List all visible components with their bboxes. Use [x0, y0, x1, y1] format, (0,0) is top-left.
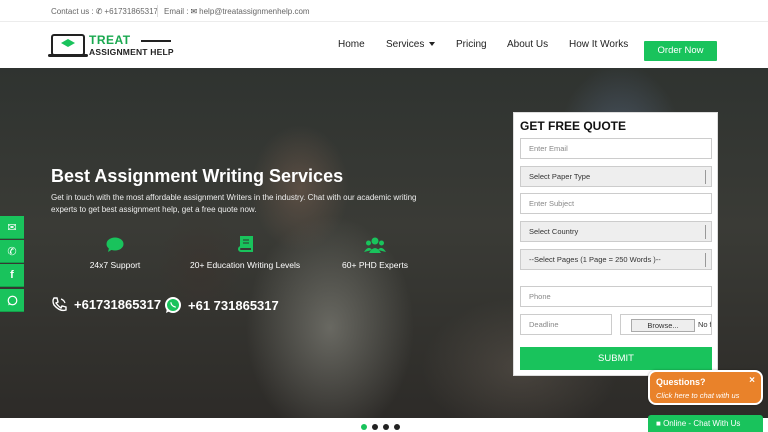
contact-info: Contact us : ✆ +61731865317	[51, 7, 158, 16]
no-file-text: No file selected.	[698, 320, 712, 329]
contact-phone[interactable]: +61731865317	[104, 7, 158, 16]
feature-label: 24x7 Support	[89, 260, 141, 270]
chat-bubble-icon	[60, 236, 170, 254]
users-icon	[320, 236, 430, 254]
submit-button[interactable]: SUBMIT	[520, 347, 712, 370]
whatsapp-icon	[7, 295, 17, 305]
feature-label: 20+ Education Writing Levels	[190, 260, 301, 270]
nav-how-it-works[interactable]: How It Works	[569, 39, 628, 50]
quote-title: GET FREE QUOTE	[520, 119, 627, 133]
file-upload[interactable]: Browse... No file selected.	[620, 314, 712, 335]
pages-select[interactable]: --Select Pages (1 Page = 250 Words )--	[520, 249, 712, 270]
hero-whatsapp[interactable]: +61 731865317	[164, 296, 279, 314]
slider-dots	[361, 424, 400, 430]
email-label: Email :	[164, 7, 189, 16]
envelope-icon: ✉	[190, 7, 198, 16]
order-now-button[interactable]: Order Now	[644, 41, 717, 61]
chat-subtitle: Click here to chat with us	[656, 391, 740, 400]
caret-down-icon	[429, 42, 436, 47]
divider	[157, 5, 158, 17]
close-icon[interactable]: ×	[749, 375, 755, 386]
logo-line2: ASSIGNMENT HELP	[89, 47, 174, 57]
slider-dot[interactable]	[394, 424, 400, 430]
nav-services[interactable]: Services	[386, 39, 436, 50]
graduation-cap-icon	[51, 34, 85, 56]
whatsapp-icon	[165, 297, 181, 313]
contact-label: Contact us :	[51, 7, 94, 16]
nav-home[interactable]: Home	[338, 39, 365, 50]
slider-dot[interactable]	[372, 424, 378, 430]
chat-bar-label: Online - Chat With Us	[663, 419, 741, 428]
nav-services-label: Services	[386, 39, 425, 50]
email-info: Email : ✉ help@treatassignmenhelp.com	[164, 7, 310, 16]
nav-about[interactable]: About Us	[507, 39, 548, 50]
feature-label: 60+ PHD Experts	[342, 260, 408, 270]
hero-subtitle: Get in touch with the most affordable as…	[51, 193, 417, 214]
browse-button[interactable]: Browse...	[631, 319, 695, 332]
phone-icon: ✆	[95, 7, 103, 16]
logo-line1: TREAT	[89, 33, 131, 47]
hero-phone[interactable]: +61731865317	[51, 296, 161, 313]
chat-title: Questions?	[656, 377, 706, 387]
hero-whatsapp-number: +61 731865317	[188, 297, 279, 313]
country-select[interactable]: Select Country	[520, 221, 712, 242]
slider-dot[interactable]	[361, 424, 367, 430]
phone-ring-icon	[52, 297, 67, 312]
social-whatsapp-button[interactable]	[0, 289, 24, 312]
social-phone-button[interactable]: ✆	[0, 240, 24, 263]
nav-pricing[interactable]: Pricing	[456, 39, 487, 50]
phone-field[interactable]: Phone	[520, 286, 712, 307]
paper-type-select[interactable]: Select Paper Type	[520, 166, 712, 187]
deadline-field[interactable]: Deadline	[520, 314, 612, 335]
social-email-button[interactable]: ✉	[0, 216, 24, 239]
contact-email[interactable]: help@treatassignmenhelp.com	[199, 7, 309, 16]
envelope-icon: ✉	[7, 221, 17, 234]
site-header: TREAT ASSIGNMENT HELP Home Services Pric…	[0, 22, 768, 68]
email-field[interactable]: Enter Email	[520, 138, 712, 159]
social-facebook-button[interactable]: f	[0, 264, 24, 287]
chat-prompt[interactable]: Questions? Click here to chat with us ×	[648, 370, 763, 405]
book-icon	[190, 236, 300, 254]
hero-title: Best Assignment Writing Services	[51, 166, 344, 186]
chat-online-bar[interactable]: ■ Online - Chat With Us	[648, 415, 763, 432]
top-bar: Contact us : ✆ +61731865317 Email : ✉ he…	[0, 0, 768, 22]
site-logo[interactable]: TREAT ASSIGNMENT HELP	[48, 32, 181, 60]
phone-icon: ✆	[7, 245, 17, 258]
chat-bubble-icon: ■	[656, 419, 661, 428]
feature-experts: 60+ PHD Experts	[320, 236, 430, 270]
facebook-icon: f	[10, 269, 14, 281]
free-quote-form: GET FREE QUOTE Enter Email Select Paper …	[513, 112, 718, 376]
slider-dot[interactable]	[383, 424, 389, 430]
hero-phone-number: +61731865317	[74, 297, 162, 312]
feature-support: 24x7 Support	[60, 236, 170, 270]
feature-levels: 20+ Education Writing Levels	[190, 236, 300, 270]
subject-field[interactable]: Enter Subject	[520, 193, 712, 214]
